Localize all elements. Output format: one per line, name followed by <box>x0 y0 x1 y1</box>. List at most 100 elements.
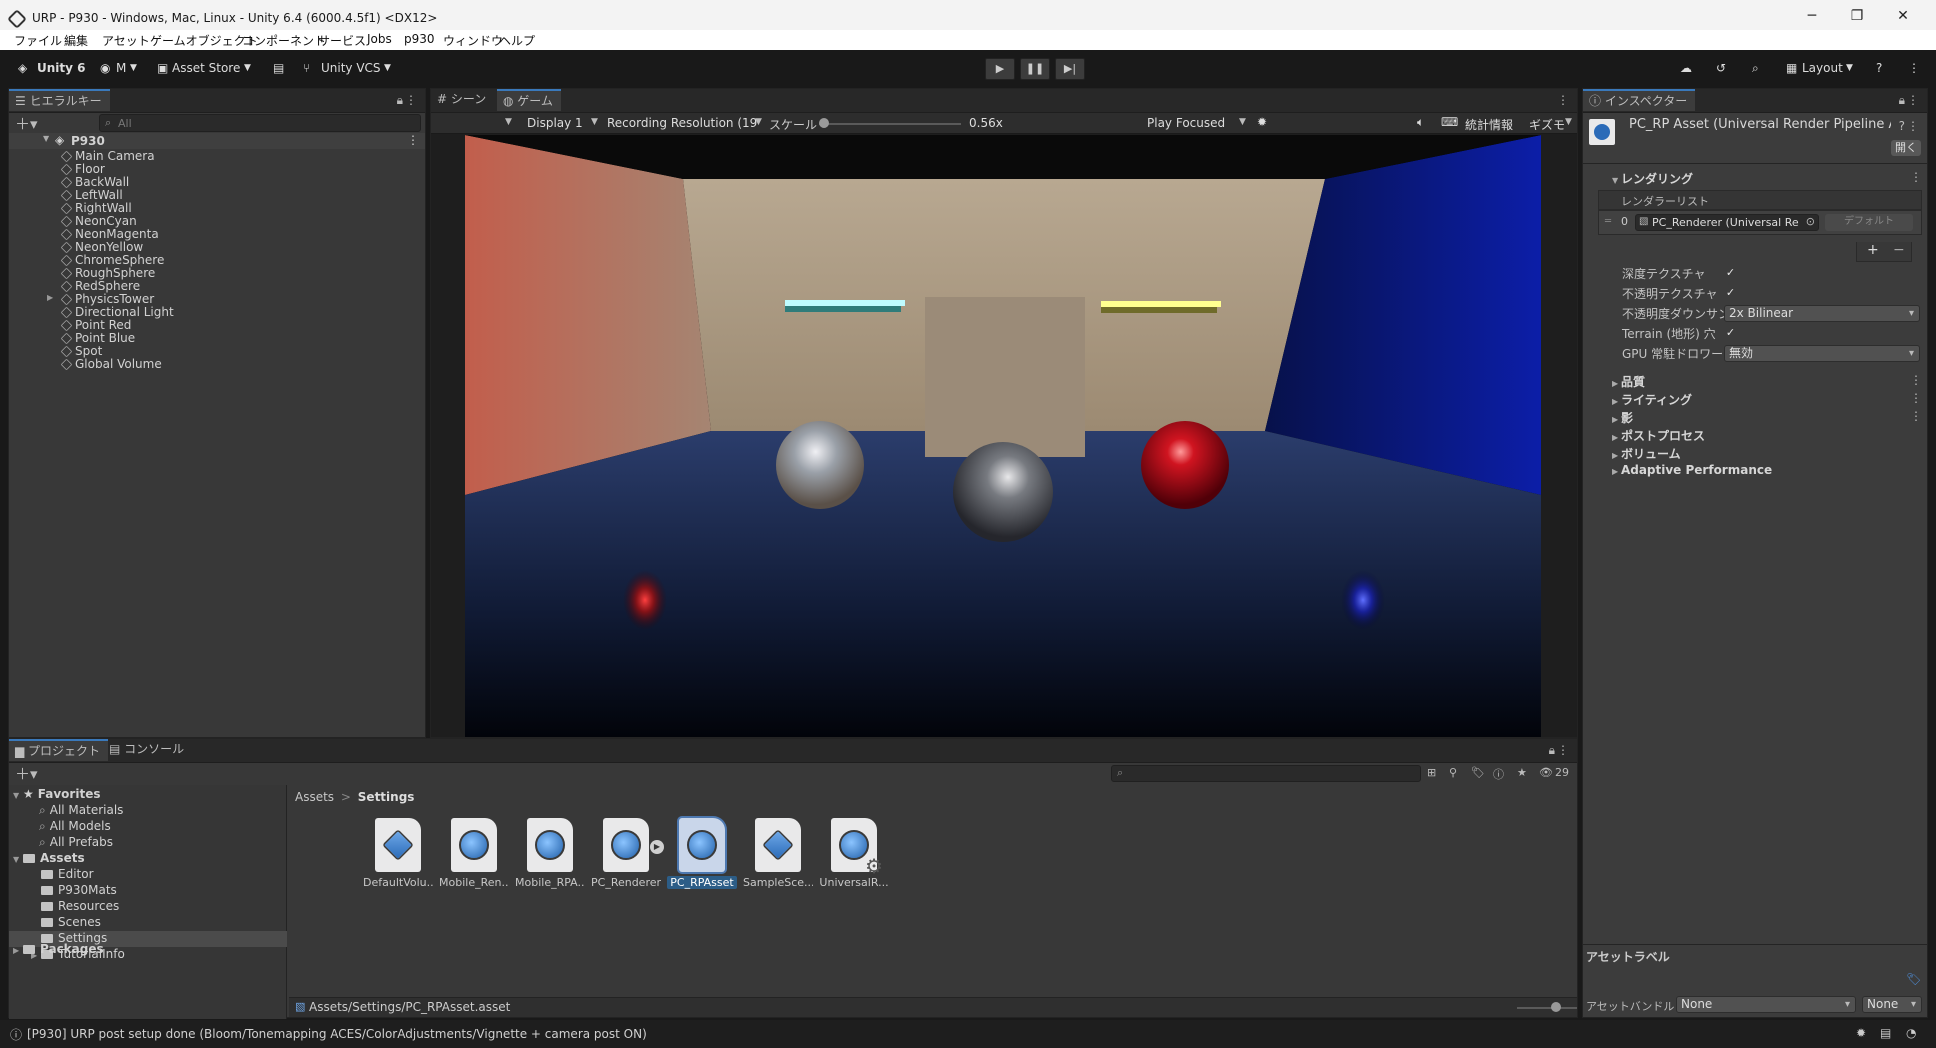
asset-folder-item[interactable]: P930Mats <box>9 883 287 899</box>
asset-tile[interactable]: DefaultVolu... <box>363 818 433 889</box>
more-icon[interactable]: ⋮ <box>405 93 417 107</box>
more-icon[interactable]: ⋮ <box>407 133 419 147</box>
tab-hierarchy[interactable]: ☰ ヒエラルキー <box>9 89 110 111</box>
lock-icon[interactable]: 🔒︎ <box>1899 93 1905 108</box>
hierarchy-item[interactable]: Global Volume <box>9 357 425 373</box>
chevron-down-icon[interactable]: ▼ <box>1565 117 1572 127</box>
menu-assets[interactable]: アセット <box>102 32 150 49</box>
asset-folder-item[interactable]: Scenes <box>9 915 287 931</box>
favorite-item[interactable]: ⌕ All Materials <box>39 803 123 819</box>
menu-jobs[interactable]: Jobs <box>367 32 392 46</box>
asset-folder-item[interactable]: Editor <box>9 867 287 883</box>
favorite-star-icon[interactable]: ★ <box>1517 766 1527 779</box>
step-button[interactable]: ▶| <box>1055 58 1085 80</box>
cloud-icon[interactable]: ☁ <box>1680 61 1692 75</box>
help-icon[interactable]: ? <box>1876 61 1882 75</box>
menu-p930[interactable]: p930 <box>404 32 435 46</box>
minimize-button[interactable]: ─ <box>1797 8 1827 30</box>
object-picker-icon[interactable]: ⊙ <box>1806 215 1815 228</box>
cache-icon[interactable]: ▤ <box>1880 1026 1891 1040</box>
display-dropdown[interactable]: Display 1 <box>527 116 583 130</box>
layout-button[interactable]: Layout <box>1802 61 1843 75</box>
asset-store-button[interactable]: Asset Store <box>172 61 240 75</box>
tab-inspector[interactable]: ⓘ インスペクター <box>1583 89 1696 111</box>
favorite-item[interactable]: ⌕ All Models <box>39 819 111 835</box>
menu-window[interactable]: ウィンドウ <box>443 32 503 49</box>
history-icon[interactable]: ↺ <box>1716 61 1726 75</box>
tab-game[interactable]: ◍ ゲーム <box>497 89 561 111</box>
expand-subasset-icon[interactable]: ▶ <box>650 840 664 854</box>
tab-console[interactable]: ▤ コンソール <box>103 739 192 761</box>
menu-help[interactable]: ヘルプ <box>499 32 535 49</box>
label-tag-icon[interactable]: 🏷︎ <box>1471 766 1485 779</box>
help-icon[interactable]: ? <box>1899 119 1905 133</box>
expand-arrow-icon[interactable]: ▼ <box>43 134 49 143</box>
unity-version-button[interactable]: Unity 6 <box>37 61 86 75</box>
debug-icon[interactable]: ✹ <box>1856 1026 1866 1040</box>
game-viewport[interactable] <box>465 135 1541 737</box>
scene-row[interactable]: ▼ ◈ P930 ⋮ <box>9 133 425 149</box>
assets-row[interactable]: ▼ Assets <box>13 851 85 867</box>
gizmos-button[interactable]: ギズモ <box>1529 116 1565 133</box>
keyboard-icon[interactable]: ⌨ <box>1441 115 1458 129</box>
breadcrumb-assets[interactable]: Assets <box>295 790 334 804</box>
package-icon[interactable]: ▤ <box>273 61 284 75</box>
lock-icon[interactable]: 🔒︎ <box>397 93 403 108</box>
more-icon[interactable]: ⋮ <box>1908 61 1920 75</box>
property-checkbox[interactable]: ✓ <box>1724 266 1737 279</box>
drag-handle-icon[interactable]: ═ <box>1605 216 1611 227</box>
menu-file[interactable]: ファイル <box>14 32 62 49</box>
open-button[interactable]: 開く <box>1891 140 1921 156</box>
asset-tile[interactable]: ⚙ UniversalR... <box>819 818 889 889</box>
asset-tile[interactable]: SampleSce... <box>743 818 813 889</box>
renderer-list-item[interactable]: ═ 0 ▧ PC_Renderer (Universal Re ⊙ デフォルト <box>1598 210 1922 235</box>
asset-tile[interactable]: PC_RPAsset <box>667 818 737 889</box>
bug-icon[interactable]: ✹ <box>1257 115 1267 129</box>
search-by-label-icon[interactable]: ⚲ <box>1449 766 1457 779</box>
hierarchy-search-input[interactable]: ⌕ All <box>99 114 421 132</box>
icon-size-slider[interactable] <box>1517 1007 1577 1009</box>
log-filter-icon[interactable]: ⓘ <box>1493 766 1504 782</box>
chevron-down-icon[interactable]: ▼ <box>505 117 512 127</box>
pause-button[interactable]: ❚❚ <box>1020 58 1050 80</box>
inspector-section-header[interactable]: ▶ ポストプロセス <box>1612 427 1705 445</box>
unity-home-icon[interactable]: ◈ <box>18 61 27 75</box>
tab-project[interactable]: ▆ プロジェクト <box>9 739 109 761</box>
asset-bundle-variant-dropdown[interactable]: None <box>1862 996 1922 1013</box>
search-by-type-icon[interactable]: ⊞ <box>1427 766 1436 779</box>
asset-tile[interactable]: PC_Renderer <box>591 818 661 889</box>
progress-icon[interactable]: ◔ <box>1906 1026 1916 1040</box>
remove-renderer-button[interactable]: − <box>1893 242 1905 258</box>
add-button[interactable]: ＋▾ <box>15 763 38 784</box>
property-checkbox[interactable]: ✓ <box>1724 286 1737 299</box>
inspector-section-header[interactable]: ▶ 影 <box>1612 409 1633 427</box>
inspector-section-header[interactable]: ▶ ボリューム <box>1612 445 1681 463</box>
menu-component[interactable]: コンポーネント <box>242 32 326 49</box>
hidden-eye-icon[interactable]: 👁︎ <box>1539 766 1553 779</box>
audio-icon[interactable]: 🔈︎ <box>1417 115 1424 130</box>
property-dropdown[interactable]: 無効 <box>1724 345 1920 362</box>
scale-slider-track[interactable] <box>819 123 961 125</box>
play-mode-dropdown[interactable]: Play Focused <box>1147 116 1225 130</box>
unity-vcs-button[interactable]: Unity VCS <box>321 61 381 75</box>
account-icon[interactable]: ◉ <box>100 61 110 75</box>
add-button[interactable]: ＋▾ <box>15 113 38 134</box>
inspector-section-header[interactable]: ▶ ライティング <box>1612 391 1692 409</box>
asset-tile[interactable]: Mobile_RPA... <box>515 818 585 889</box>
inspector-section-header[interactable]: ▶ 品質 <box>1612 373 1645 391</box>
property-dropdown[interactable]: 2x Bilinear <box>1724 305 1920 322</box>
expand-arrow-icon[interactable]: ▶ <box>47 293 53 302</box>
menu-services[interactable]: サービス <box>318 32 366 49</box>
add-renderer-button[interactable]: + <box>1867 242 1879 258</box>
status-message[interactable]: [P930] URP post setup done (Bloom/Tonema… <box>27 1027 647 1041</box>
asset-bundle-dropdown[interactable]: None <box>1676 996 1856 1013</box>
menu-edit[interactable]: 編集 <box>64 32 88 49</box>
play-button[interactable]: ▶ <box>985 58 1015 80</box>
lock-icon[interactable]: 🔒︎ <box>1549 743 1555 758</box>
asset-folder-item[interactable]: Resources <box>9 899 287 915</box>
account-button[interactable]: M <box>116 61 126 75</box>
more-icon[interactable]: ⋮ <box>1910 391 1922 405</box>
renderer-object-field[interactable]: ▧ PC_Renderer (Universal Re ⊙ <box>1635 214 1819 231</box>
more-icon[interactable]: ⋮ <box>1907 93 1919 107</box>
more-icon[interactable]: ⋮ <box>1910 170 1922 184</box>
